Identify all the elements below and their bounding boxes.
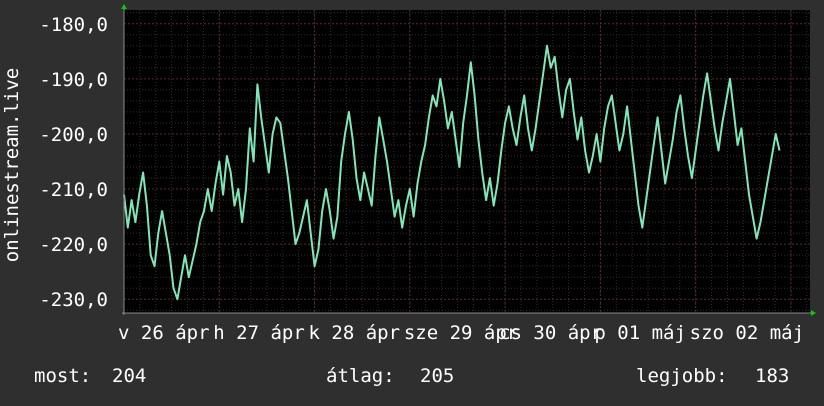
x-tick-labels: v 26 ápr h 27 ápr k 28 ápr sze 29 áprcs 30 … <box>118 322 804 344</box>
y-tick-label: -190,0 <box>39 69 108 91</box>
x-tick-label: p 01 máj <box>594 322 686 344</box>
legend-best-value: 183 <box>755 365 789 387</box>
y-tick-label: -180,0 <box>39 14 108 36</box>
x-tick-label: szo 02 máj <box>690 322 804 344</box>
legend-best-label: legjobb: <box>636 365 728 387</box>
x-tick-label: v 26 ápr <box>118 322 210 344</box>
x-axis-arrow <box>811 310 816 316</box>
y-tick-label: -200,0 <box>39 124 108 146</box>
legend-current-value: 204 <box>112 365 146 387</box>
x-tick-label: cs 30 ápr <box>499 322 602 344</box>
legend-average-value: 205 <box>420 365 454 387</box>
legend-average-label: átlag: <box>326 365 395 387</box>
y-tick-label: -230,0 <box>39 289 108 311</box>
y-tick-label: -210,0 <box>39 179 108 201</box>
y-tick-label: -220,0 <box>39 234 108 256</box>
y-tick-labels: -180,0 -190,0 -200,0 -210,0 -220,0 -230,0 <box>39 14 108 311</box>
x-tick-label: k 28 ápr <box>309 322 401 344</box>
chart: -180,0 -190,0 -200,0 -210,0 -220,0 -230,0 v 2… <box>0 0 824 402</box>
chart-svg: -180,0 -190,0 -200,0 -210,0 -220,0 -230,0 v 2… <box>1 4 816 387</box>
legend-current-label: most: <box>34 365 91 387</box>
y-axis-label: onlinestream.live <box>1 68 23 262</box>
x-tick-label: h 27 ápr <box>213 322 305 344</box>
y-axis-arrow <box>121 4 127 9</box>
